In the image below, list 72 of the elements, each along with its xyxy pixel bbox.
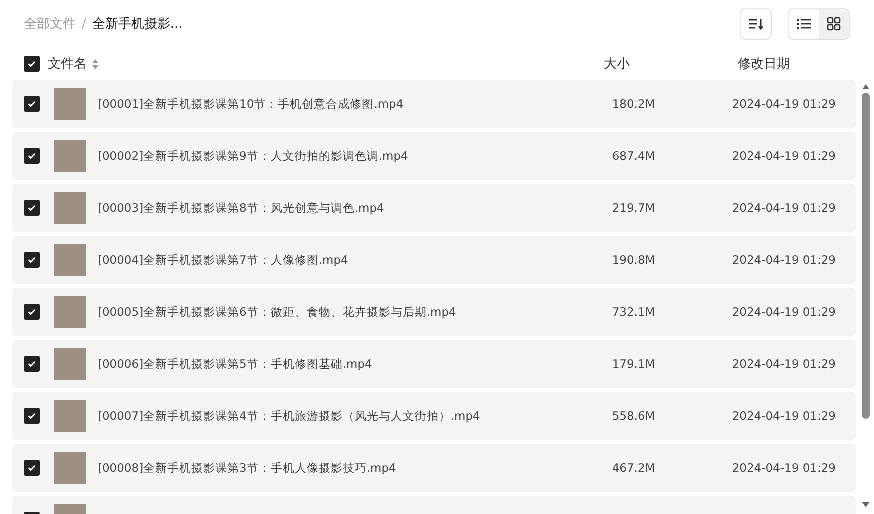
file-size: 732.1M [612,305,656,319]
scrollbar[interactable] [860,84,872,508]
row-checkbox[interactable] [24,148,40,164]
check-icon [27,203,37,213]
file-name: [00008]全新手机摄影课第3节：手机人像摄影技巧.mp4 [98,460,396,476]
modified-date: 2024-04-19 01:29 [732,97,836,111]
check-icon [27,59,37,69]
select-all-checkbox[interactable] [24,56,40,72]
modified-date: 2024-04-19 01:29 [732,149,836,163]
file-row[interactable]: [00003]全新手机摄影课第8节：风光创意与调色.mp4 219.7M 2024-04-19 01:29 [12,184,856,232]
row-checkbox[interactable] [24,252,40,268]
file-row[interactable]: [00006]全新手机摄影课第5节：手机修图基础.mp4 179.1M 2024-04-19 01:29 [12,340,856,388]
check-icon [27,151,37,161]
file-row[interactable]: [00005]全新手机摄影课第6节：微距、食物、花卉摄影与后期.mp4 732.1M 2024-04-19 01:29 [12,288,856,336]
row-checkbox[interactable] [24,460,40,476]
breadcrumb-separator: / [82,16,86,32]
file-size: 687.4M [612,149,656,163]
modified-date: 2024-04-19 01:29 [732,305,836,319]
photo-placeholder [54,244,86,276]
file-row[interactable]: [00001]全新手机摄影课第10节：手机创意合成修图.mp4 180.2M 2024-04-19 01:29 [12,80,856,128]
sort-caret-icon[interactable] [92,58,99,70]
file-size: 179.1M [612,357,656,371]
file-size: 180.2M [612,97,656,111]
grid-view-button[interactable] [819,9,849,39]
file-row[interactable]: [00004]全新手机摄影课第7节：人像修图.mp4 190.8M 2024-04-19 01:29 [12,236,856,284]
grid-icon [827,17,841,31]
row-checkbox[interactable] [24,96,40,112]
row-checkbox[interactable] [24,356,40,372]
photo-placeholder [54,296,86,328]
list-icon [797,18,811,30]
check-icon [27,99,37,109]
modified-date: 2024-04-19 01:29 [732,461,836,475]
modified-date: 2024-04-19 01:29 [732,357,836,371]
file-size: 467.2M [612,461,656,475]
check-icon [27,359,37,369]
file-name: [00001]全新手机摄影课第10节：手机创意合成修图.mp4 [98,96,404,112]
row-checkbox[interactable] [24,408,40,424]
row-checkbox[interactable] [24,304,40,320]
check-icon [27,307,37,317]
check-icon [27,255,37,265]
column-header[interactable]: 大小 [604,55,730,73]
file-row[interactable]: [00007]全新手机摄影课第4节：手机旅游摄影（风光与人文街拍）.mp4 558.6M 2024-04-19 01:29 [12,392,856,440]
modified-date: 2024-04-19 01:29 [732,201,836,215]
scroll-down-icon[interactable] [862,502,870,508]
photo-placeholder [54,88,86,120]
modified-date: 2024-04-19 01:29 [732,253,836,267]
breadcrumb-item[interactable]: 全新手机摄影... [92,15,183,33]
check-icon [27,411,37,421]
file-row[interactable]: [00008]全新手机摄影课第3节：手机人像摄影技巧.mp4 467.2M 2024-04-19 01:29 [12,444,856,492]
scroll-up-icon[interactable] [862,84,870,90]
column-header[interactable]: 修改日期 [738,55,850,73]
photo-placeholder [54,348,86,380]
check-icon [27,463,37,473]
file-name: [00007]全新手机摄影课第4节：手机旅游摄影（风光与人文街拍）.mp4 [98,408,480,424]
file-row[interactable]: [00002]全新手机摄影课第9节：人文街拍的影调色调.mp4 687.4M 2024-04-19 01:29 [12,132,856,180]
file-name: [00003]全新手机摄影课第8节：风光创意与调色.mp4 [98,200,384,216]
sort-icon [748,17,764,31]
modified-date: 2024-04-19 01:29 [732,409,836,423]
file-name: [00005]全新手机摄影课第6节：微距、食物、花卉摄影与后期.mp4 [98,304,456,320]
column-header[interactable]: 文件名 [48,55,87,73]
photo-placeholder [54,400,86,432]
file-size: 219.7M [612,201,656,215]
photo-placeholder [54,192,86,224]
file-name: [00006]全新手机摄影课第5节：手机修图基础.mp4 [98,356,372,372]
photo-placeholder [54,140,86,172]
file-name: [00004]全新手机摄影课第7节：人像修图.mp4 [98,252,348,268]
photo-placeholder [54,452,86,484]
file-size: 558.6M [612,409,656,423]
file-size: 190.8M [612,253,656,267]
row-checkbox[interactable] [24,200,40,216]
sort-button[interactable] [740,8,772,40]
file-name: [00002]全新手机摄影课第9节：人文街拍的影调色调.mp4 [98,148,408,164]
